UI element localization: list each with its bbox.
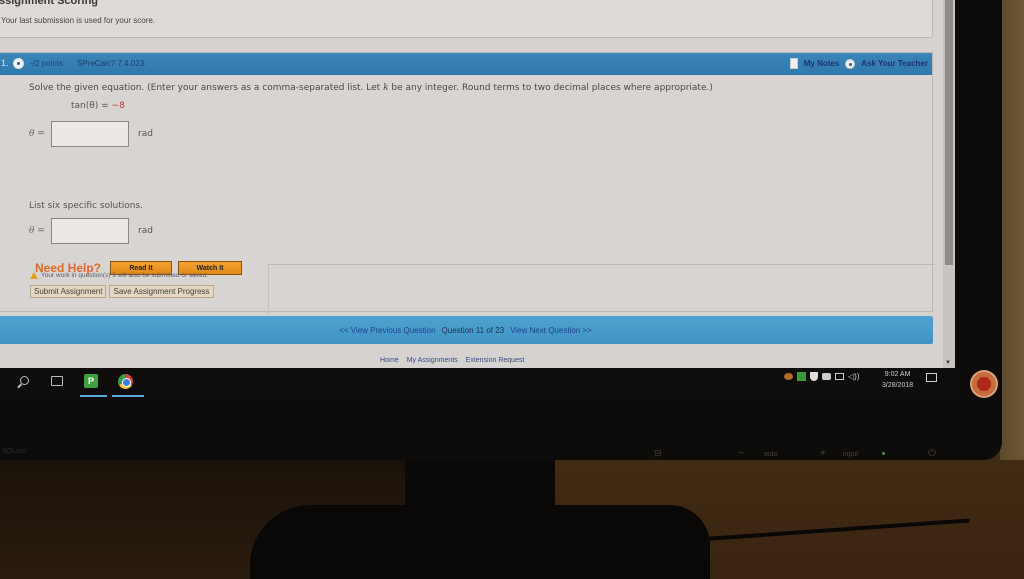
- extension-request-link[interactable]: Extension Request: [466, 357, 525, 364]
- question-header: 1. -/2 points SPreCalc7 7.4.023. My Note…: [0, 53, 932, 75]
- general-solution-input[interactable]: [51, 121, 129, 147]
- equation-lhs: tan(θ) =: [71, 101, 112, 111]
- plus-button[interactable]: +: [820, 448, 826, 459]
- network-icon[interactable]: [835, 373, 844, 380]
- question-prompt: Solve the given equation. (Enter your an…: [29, 83, 919, 93]
- clock-time: 9:02 AM: [884, 371, 911, 378]
- question-number: 1.: [1, 58, 9, 68]
- notification-icon[interactable]: [926, 373, 937, 382]
- home-link[interactable]: Home: [380, 357, 399, 364]
- general-solution-row: θ = rad: [29, 121, 153, 147]
- question-body: Solve the given equation. (Enter your an…: [29, 83, 919, 275]
- notes-icon: [789, 58, 798, 69]
- monitor-brand-label: SOLwm: [2, 448, 27, 455]
- scrollbar-thumb[interactable]: [945, 0, 953, 265]
- minus-button[interactable]: −: [738, 448, 744, 459]
- power-button-icon[interactable]: ⏻: [928, 448, 936, 459]
- monitor-stand-neck: [405, 460, 555, 510]
- ask-teacher-link[interactable]: Ask Your Teacher: [861, 59, 928, 68]
- active-app-indicator: [112, 395, 144, 397]
- submit-assignment-button[interactable]: Submit Assignment: [30, 285, 107, 298]
- equation-rhs: −8: [111, 101, 125, 111]
- assignment-scoring-panel: ssignment Scoring Your last submission i…: [0, 0, 933, 38]
- submit-panel: Your work in question(s) 9 will also be …: [30, 264, 265, 306]
- question-navigation: << View Previous Question Question 11 of…: [0, 316, 933, 344]
- clock[interactable]: 9:02 AM 3/28/2018: [882, 369, 913, 391]
- theta-label: θ =: [29, 129, 45, 139]
- side-panel: [268, 264, 935, 314]
- warning-icon: [30, 272, 38, 279]
- save-progress-button[interactable]: Save Assignment Progress: [109, 285, 214, 298]
- specific-solutions-input[interactable]: [51, 218, 129, 244]
- footer-links: Home My Assignments Extension Request: [380, 357, 524, 364]
- scroll-down-arrow-icon[interactable]: ▼: [945, 360, 951, 366]
- question-expand-icon[interactable]: [13, 58, 24, 69]
- previous-question-link[interactable]: << View Previous Question: [339, 326, 435, 335]
- my-assignments-link[interactable]: My Assignments: [407, 357, 458, 364]
- monitor-controls: ⊟ − auto + input ⏻: [640, 444, 960, 462]
- scoring-title: ssignment Scoring: [0, 0, 99, 7]
- shield-icon[interactable]: [810, 372, 818, 381]
- prompt-text: Solve the given equation. (Enter your an…: [29, 83, 384, 93]
- volume-icon[interactable]: ◁)): [848, 372, 859, 381]
- scoring-text: Your last submission is used for your sc…: [1, 16, 155, 25]
- green-app-icon[interactable]: P: [84, 374, 98, 388]
- my-notes-link[interactable]: My Notes: [804, 59, 840, 68]
- unit-label: rad: [138, 129, 153, 139]
- chrome-icon[interactable]: [118, 374, 133, 389]
- tray-green-app-icon[interactable]: [797, 372, 806, 381]
- list-prompt: List six specific solutions.: [29, 201, 144, 211]
- warning-text: Your work in question(s) 9 will also be …: [41, 272, 209, 279]
- sticker-logo: [970, 370, 998, 398]
- tray-app-icon[interactable]: [784, 373, 793, 380]
- task-view-icon[interactable]: [51, 376, 63, 386]
- next-question-link[interactable]: View Next Question >>: [510, 326, 592, 335]
- warning-row: Your work in question(s) 9 will also be …: [30, 272, 265, 279]
- question-position: Question 11 of 23: [441, 325, 505, 335]
- specific-solutions-row: θ = rad: [29, 218, 153, 244]
- screen: ssignment Scoring Your last submission i…: [0, 0, 955, 368]
- auto-label: auto: [764, 451, 778, 458]
- wall: [1000, 0, 1024, 460]
- page-scrollbar[interactable]: ▼: [943, 0, 955, 368]
- ask-teacher-icon: [845, 58, 856, 69]
- unit-label: rad: [138, 226, 153, 236]
- search-icon[interactable]: [20, 376, 29, 385]
- question-source: SPreCalc7 7.4.023.: [77, 59, 147, 68]
- prompt-text-end: be any integer. Round terms to two decim…: [388, 83, 713, 93]
- equation: tan(θ) = −8: [71, 101, 125, 111]
- clock-date: 3/28/2018: [882, 382, 914, 389]
- active-app-indicator: [80, 395, 107, 397]
- menu-button-icon[interactable]: ⊟: [654, 448, 662, 459]
- question-points: -/2 points: [30, 59, 63, 68]
- input-label: input: [843, 451, 859, 458]
- tray-mask-icon[interactable]: [822, 373, 831, 380]
- theta-label: θ =: [29, 226, 45, 236]
- system-tray: ◁)): [784, 372, 859, 381]
- power-led-icon: [882, 451, 885, 455]
